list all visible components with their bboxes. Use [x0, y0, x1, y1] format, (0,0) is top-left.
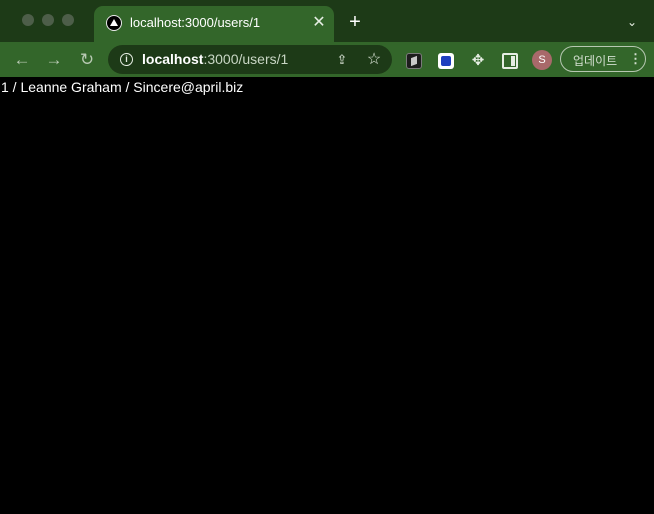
- minimize-window-icon[interactable]: [42, 14, 54, 26]
- browser-window: localhost:3000/users/1 ✕ + ⌄ ← → ↻ i loc…: [0, 0, 654, 514]
- triangle-favicon-icon: [106, 15, 122, 31]
- url-path: :3000/users/1: [203, 51, 289, 67]
- share-icon[interactable]: ⇪: [334, 52, 350, 68]
- url-host: localhost: [142, 51, 204, 67]
- info-icon[interactable]: i: [120, 53, 133, 66]
- user-info-text: 1 / Leanne Graham / Sincere@april.biz: [1, 79, 244, 95]
- address-bar[interactable]: i localhost:3000/users/1 ⇪ ☆: [108, 45, 392, 74]
- bookmark-star-icon[interactable]: ☆: [365, 51, 383, 69]
- menu-dots-icon[interactable]: ⋮: [629, 50, 642, 68]
- cube-extension-icon[interactable]: [406, 53, 422, 69]
- close-window-icon[interactable]: [22, 14, 34, 26]
- blue-extension-icon[interactable]: [438, 53, 454, 69]
- page-content: 1 / Leanne Graham / Sincere@april.biz: [0, 77, 654, 514]
- close-tab-icon[interactable]: ✕: [310, 14, 328, 32]
- tab-title: localhost:3000/users/1: [130, 15, 261, 30]
- forward-button[interactable]: →: [44, 50, 64, 70]
- chevron-down-icon[interactable]: ⌄: [624, 14, 640, 30]
- profile-avatar[interactable]: S: [532, 50, 552, 70]
- browser-toolbar: ← → ↻ i localhost:3000/users/1 ⇪ ☆ ✥ S 업…: [0, 42, 654, 77]
- update-label: 업데이트: [573, 54, 618, 68]
- puzzle-extensions-icon[interactable]: ✥: [470, 53, 486, 69]
- new-tab-button[interactable]: +: [345, 12, 365, 32]
- update-button[interactable]: 업데이트 ⋮: [560, 46, 646, 72]
- back-button[interactable]: ←: [12, 50, 32, 70]
- side-panel-icon[interactable]: [502, 53, 518, 69]
- url-text[interactable]: localhost:3000/users/1: [142, 51, 288, 67]
- tab-strip: localhost:3000/users/1 ✕ + ⌄: [0, 0, 654, 42]
- reload-button[interactable]: ↻: [77, 50, 97, 70]
- tab-active[interactable]: localhost:3000/users/1 ✕: [94, 6, 334, 42]
- maximize-window-icon[interactable]: [62, 14, 74, 26]
